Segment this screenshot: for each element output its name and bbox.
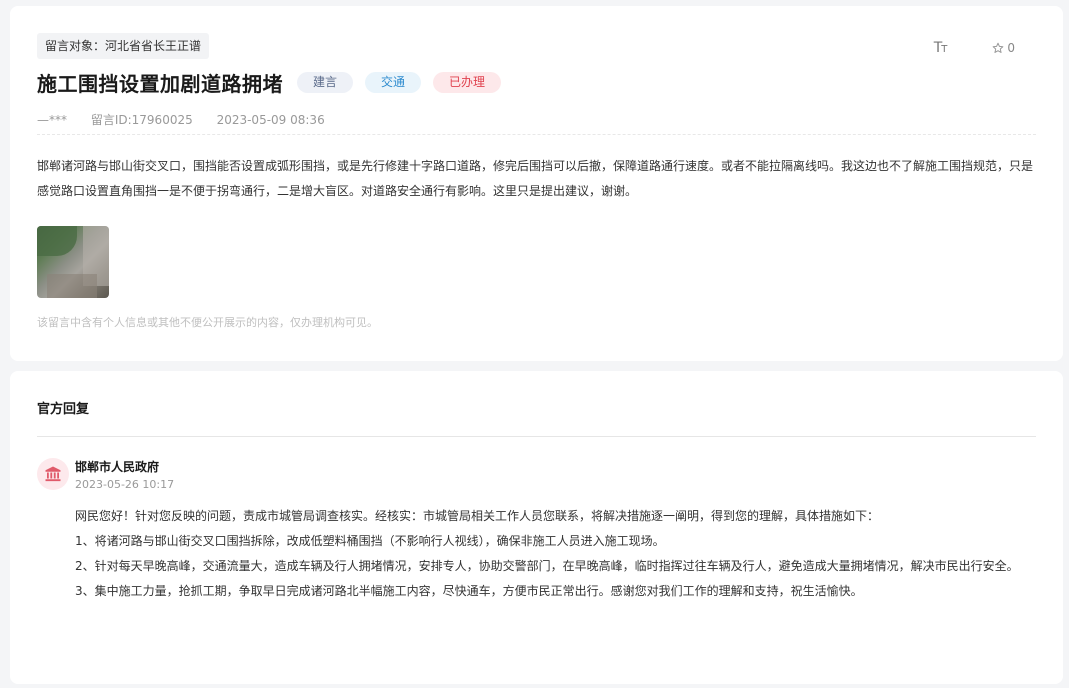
reply-paragraph: 2、针对每天早晚高峰，交通流量大，造成车辆及行人拥堵情况，安排专人，协助交警部门… xyxy=(75,559,1019,573)
reply-paragraph: 网民您好！针对您反映的问题，责成市城管局调查核实。经核实：市城管局相关工作人员您… xyxy=(75,509,880,523)
divider xyxy=(37,436,1036,437)
tag-traffic: 交通 xyxy=(365,72,422,93)
org-name: 邯郸市人民政府 xyxy=(75,460,160,474)
attachment-thumbnail[interactable] xyxy=(37,226,109,298)
message-title: 施工围挡设置加剧道路拥堵 xyxy=(37,72,283,96)
message-content: 邯郸诸河路与邯山街交叉口，围挡能否设置成弧形围挡，或是先行修建十字路口道路，修完… xyxy=(37,159,1034,198)
message-meta: —*** 留言ID:17960025 2023-05-09 08:36 xyxy=(37,111,345,128)
message-datetime: 2023-05-09 08:36 xyxy=(216,113,325,127)
org-avatar xyxy=(37,458,69,490)
tag-suggestion: 建言 xyxy=(297,72,354,93)
reply-datetime: 2023-05-26 10:17 xyxy=(75,478,175,491)
message-target-tag: 留言对象：河北省省长王正谱 xyxy=(37,33,210,59)
message-id: 留言ID:17960025 xyxy=(90,113,193,127)
reply-paragraph: 3、集中施工力量，抢抓工期，争取早日完成诸河路北半幅施工内容，尽快通车，方便市民… xyxy=(75,584,863,598)
title-row: 施工围挡设置加剧道路拥堵 建言 交通 已办理 xyxy=(37,68,502,97)
divider xyxy=(37,134,1036,135)
reply-paragraph: 1、将诸河路与邯山街交叉口围挡拆除，改成低塑料桶围挡（不影响行人视线），确保非施… xyxy=(75,534,665,548)
official-reply-card: 官方回复 邯郸市人民政府 2023-05-26 10:17 网民您好！针对您反映… xyxy=(10,371,1063,684)
reply-content: 网民您好！针对您反映的问题，责成市城管局调查核实。经核实：市城管局相关工作人员您… xyxy=(75,504,1039,604)
star-icon xyxy=(993,42,1004,53)
author-name: —*** xyxy=(37,113,67,127)
reply-heading: 官方回复 xyxy=(37,402,90,417)
government-building-icon xyxy=(45,466,61,482)
message-tools: TT 0 xyxy=(934,40,1015,56)
status-badge: 已办理 xyxy=(433,72,502,93)
privacy-note: 该留言中含有个人信息或其他不便公开展示的内容，仅办理机构可见。 xyxy=(37,316,378,329)
font-size-icon[interactable]: TT xyxy=(934,40,948,56)
favorite-button[interactable]: 0 xyxy=(992,41,1015,55)
message-card: 留言对象：河北省省长王正谱 TT 0 施工围挡设置加剧道路拥堵 建言 交通 已办… xyxy=(10,6,1063,361)
star-count: 0 xyxy=(1007,41,1015,55)
